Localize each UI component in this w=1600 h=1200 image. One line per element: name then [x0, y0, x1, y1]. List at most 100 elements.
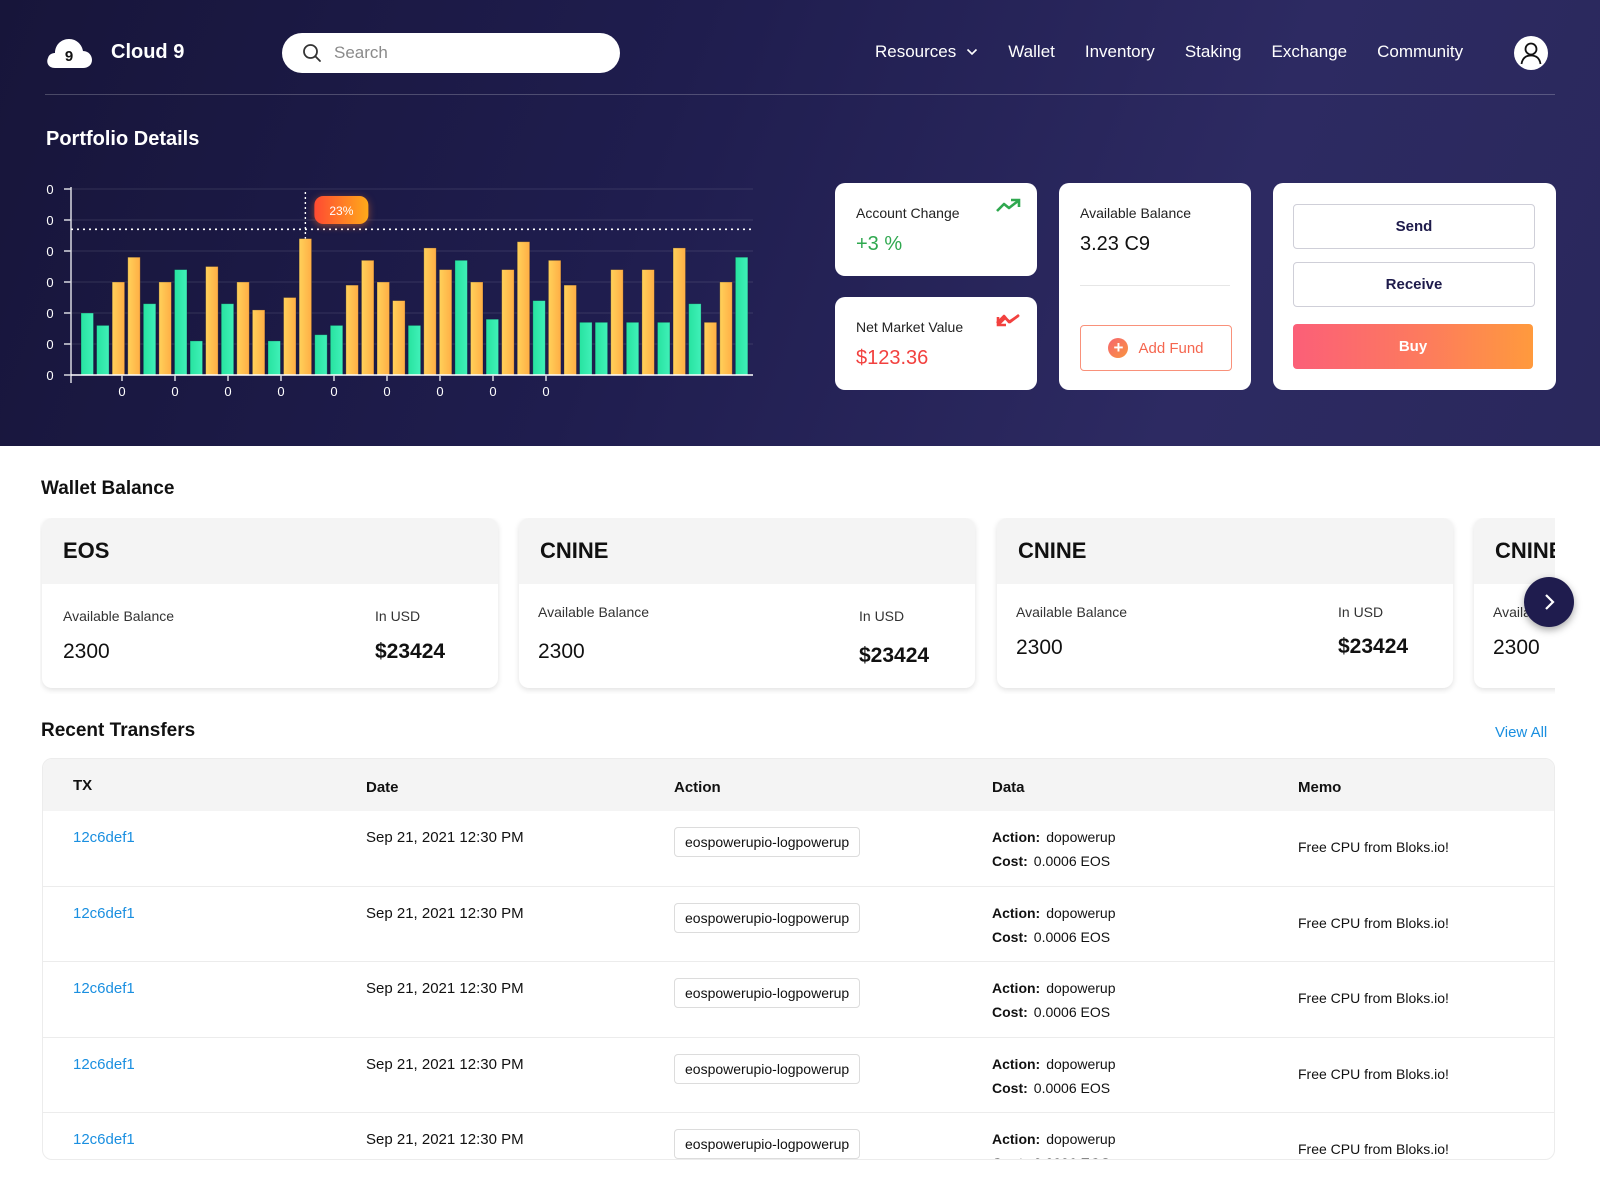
col-data: Data: [992, 779, 1025, 796]
chart-bar: [314, 334, 328, 376]
chart-bar: [236, 281, 250, 376]
tx-link[interactable]: 12c6def1: [73, 829, 135, 846]
wallet-card[interactable]: CNINE Available Balance 2300 In USD $234…: [519, 518, 975, 688]
chart-bar: [454, 259, 468, 376]
chart-bar: [563, 284, 577, 376]
tx-date: Sep 21, 2021 12:30 PM: [366, 829, 524, 846]
nav-exchange[interactable]: Exchange: [1272, 42, 1348, 62]
buy-button[interactable]: Buy: [1293, 324, 1533, 369]
send-button[interactable]: Send: [1293, 204, 1535, 249]
logo[interactable]: 9 Cloud 9: [45, 34, 184, 70]
chart-bar: [423, 247, 437, 376]
x-tick-label: 0: [224, 384, 231, 399]
data-action: Action: dopowerup: [992, 829, 1116, 845]
tx-date: Sep 21, 2021 12:30 PM: [366, 980, 524, 997]
tx-memo: Free CPU from Bloks.io!: [1298, 1065, 1449, 1082]
data-cost-value: 0.0006 EOS: [1033, 1079, 1111, 1096]
data-action-value: dopowerup: [1046, 829, 1116, 845]
nav-inventory[interactable]: Inventory: [1085, 42, 1155, 62]
action-chip: eospowerupio-logpowerup: [674, 1129, 861, 1159]
tooltip-label: 23%: [329, 204, 353, 218]
transfers-table: TX Date Action Data Memo 12c6def1 Sep 21…: [42, 758, 1555, 1160]
tx-link[interactable]: 12c6def1: [73, 980, 135, 997]
chart-bar: [220, 303, 235, 376]
add-fund-label: Add Fund: [1138, 339, 1204, 357]
data-cost: Cost: 0.0006 EOS: [992, 929, 1110, 945]
data-action-value: dopowerup: [1046, 980, 1116, 996]
chevron-down-icon: [967, 48, 978, 56]
tx-link[interactable]: 12c6def1: [73, 1056, 135, 1073]
chart-bar: [688, 303, 702, 376]
chart-bar: [719, 281, 733, 376]
y-tick-label: 0: [46, 244, 53, 259]
hero-banner: 9 Cloud 9 Resources Wallet Inventory Sta…: [0, 0, 1600, 446]
table-row: 12c6def1 Sep 21, 2021 12:30 PM eospoweru…: [43, 1038, 1554, 1113]
search-bar[interactable]: [282, 33, 620, 73]
chart-bar: [579, 321, 593, 376]
x-tick-label: 0: [330, 384, 337, 399]
nav-resources[interactable]: Resources: [875, 42, 978, 62]
chart-bar: [267, 340, 281, 376]
avatar[interactable]: [1514, 36, 1548, 70]
wallet-usd-value: $23424: [859, 644, 930, 667]
x-tick-label: 0: [171, 384, 178, 399]
col-date: Date: [366, 779, 399, 796]
wallet-usd-value: $23424: [375, 640, 446, 663]
action-chip: eospowerupio-logpowerup: [674, 902, 861, 933]
chart-bar: [329, 324, 344, 376]
data-cost-value: 0.0006 EOS: [1033, 928, 1111, 945]
carousel-next-button[interactable]: [1524, 577, 1574, 627]
chart-bar: [127, 256, 141, 376]
search-input[interactable]: [334, 43, 594, 63]
data-cost: Cost: 0.0006 EOS: [992, 853, 1110, 869]
chevron-right-icon: [1545, 594, 1555, 610]
action-chip: eospowerupio-logpowerup: [674, 978, 861, 1008]
chart-bar: [361, 259, 375, 376]
chart-bar: [392, 300, 406, 376]
portfolio-title: Portfolio Details: [46, 128, 200, 150]
nav-community[interactable]: Community: [1377, 42, 1463, 62]
view-all-link[interactable]: View All: [1495, 724, 1547, 741]
data-cost: Cost: 0.0006 EOS: [992, 1155, 1110, 1159]
col-memo: Memo: [1298, 779, 1342, 796]
cloud-icon: 9: [45, 34, 93, 70]
account-change-label: Account Change: [856, 205, 960, 221]
wallet-card[interactable]: EOS Available Balance 2300 In USD $23424: [42, 518, 498, 688]
wallet-balance-label: Available Balance: [538, 604, 650, 620]
chart-bar: [470, 281, 484, 376]
chart-bar: [485, 318, 499, 376]
chart-bar: [345, 284, 359, 376]
x-tick-label: 0: [489, 384, 496, 399]
tx-memo: Free CPU from Bloks.io!: [1298, 839, 1449, 855]
receive-button[interactable]: Receive: [1293, 262, 1535, 307]
divider: [1080, 285, 1230, 286]
add-fund-button[interactable]: + Add Fund: [1080, 325, 1232, 371]
wallet-card[interactable]: CNINE Available Balance 2300 In USD $234…: [997, 518, 1453, 688]
x-tick-label: 0: [436, 384, 443, 399]
data-action-value: dopowerup: [1046, 1131, 1116, 1147]
chart-bar: [438, 269, 453, 376]
available-balance-value: 3.23 C9: [1080, 233, 1151, 255]
y-tick-label: 0: [46, 368, 53, 383]
chart-bar: [298, 238, 313, 376]
chart-bar: [205, 266, 219, 376]
tx-link[interactable]: 12c6def1: [73, 905, 135, 922]
wallet-balance-value: 2300: [1493, 636, 1540, 659]
nav-staking[interactable]: Staking: [1185, 42, 1242, 62]
nav-wallet[interactable]: Wallet: [1008, 42, 1055, 62]
data-cost-label: Cost:: [992, 1004, 1028, 1020]
tx-link[interactable]: 12c6def1: [73, 1131, 135, 1148]
portfolio-chart-svg: 0 0 0 0 0 0 0 0 0 0 0 0 0 0 0 0 23%: [46, 182, 753, 399]
action-chip: eospowerupio-logpowerup: [674, 827, 861, 857]
x-tick-label: 0: [277, 384, 284, 399]
chart-bar: [96, 324, 110, 376]
chart-bar: [594, 321, 609, 376]
chart-bar: [734, 256, 749, 376]
wallet-usd-value: $23424: [1338, 635, 1409, 658]
chart-bar: [407, 324, 422, 376]
search-icon: [303, 44, 321, 62]
net-market-value-value: $123.36: [856, 347, 929, 369]
x-tick-label: 0: [383, 384, 390, 399]
y-tick-label: 0: [46, 337, 53, 352]
chart-bar: [189, 340, 203, 376]
